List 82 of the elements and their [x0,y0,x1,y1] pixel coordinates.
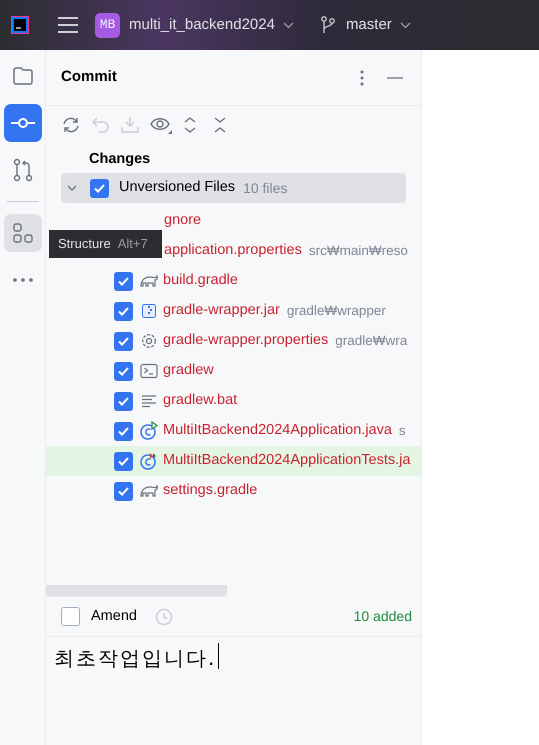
project-badge: MB [95,12,120,38]
checkbox[interactable] [114,332,133,350]
minimize-icon[interactable] [387,76,403,78]
check-icon [117,274,130,288]
refresh-icon[interactable] [61,116,81,134]
file-path: src₩main₩reso [308,242,408,260]
tooltip-shortcut: Alt+7 [118,235,148,254]
sidebar-button[interactable] [4,214,42,252]
file-name: MultiItBackend2024ApplicationTests.ja [163,451,410,470]
checkbox[interactable] [114,422,133,440]
file-row[interactable]: gradlew [46,356,421,386]
text-lines-icon [141,394,157,408]
checkbox[interactable] [61,607,80,626]
collapse-icon[interactable] [213,116,227,134]
horizontal-scrollbar[interactable] [46,585,227,597]
app-logo-icon[interactable] [11,16,29,34]
gear-icon [140,332,158,350]
file-row[interactable]: settings.gradle [46,476,421,506]
file-path: gradle₩wra [335,332,408,350]
checkbox[interactable] [114,482,133,500]
pull-request-icon [12,158,34,182]
tooltip-label: Structure [58,235,111,254]
group-label: Unversioned Files [119,178,236,198]
check-icon [117,304,130,318]
checkbox[interactable] [90,178,109,198]
file-row[interactable]: MultiItBackend2024ApplicationTests.ja [46,446,421,476]
branch-name[interactable]: master [346,14,392,36]
check-icon [117,484,130,498]
checkbox[interactable] [114,302,133,320]
amend-label[interactable]: Amend [91,606,137,628]
project-name[interactable]: multi_it_backend2024 [129,14,275,36]
more-options-icon[interactable] [360,70,364,86]
eye-icon[interactable] [150,116,172,134]
file-name: settings.gradle [163,481,258,500]
panel-title: Commit [61,67,117,88]
check-icon [117,454,130,468]
expand-icon[interactable] [183,116,197,134]
commit-message-field[interactable]: 최초작업입니다. [46,637,421,745]
checkbox[interactable] [114,392,133,410]
terminal-icon [140,363,158,379]
changes-summary: 10 added [354,607,412,626]
file-name: gradle-wrapper.properties [163,331,328,350]
check-icon [117,424,130,438]
folder-icon [12,66,34,86]
sidebar-button[interactable] [4,104,42,142]
file-name: gradlew [163,361,214,380]
file-row[interactable]: gradle-wrapper.jar gradle₩wrapper [46,296,421,326]
file-path: s [398,422,406,440]
chevron-icon[interactable] [67,183,77,193]
file-name: MultiItBackend2024Application.java [163,421,392,440]
check-icon [117,334,130,348]
checkbox[interactable] [114,362,133,380]
file-name: gradle-wrapper.jar [163,301,280,320]
class-run-icon [139,421,159,441]
file-path: gradle₩wrapper [286,302,386,320]
structure-icon [12,222,34,244]
section-heading: Changes [89,150,150,170]
group-count: 10 files [243,178,288,198]
class-test-icon [139,451,159,471]
file-row[interactable]: MultiItBackend2024Application.java s [46,416,421,446]
menu-icon[interactable] [58,17,78,33]
chevron-down-icon[interactable] [400,22,411,28]
file-row[interactable]: build.gradle [46,266,421,296]
file-name: build.gradle [163,271,238,290]
checkbox[interactable] [114,272,133,290]
check-icon [117,394,130,408]
elephant-icon [139,483,159,499]
chevron-down-icon[interactable] [282,22,294,28]
more-icon [12,277,34,283]
file-row[interactable]: gradlew.bat [46,386,421,416]
group-row[interactable]: Unversioned Files 10 files [61,173,406,203]
commit-icon [10,116,36,130]
check-icon [117,364,130,378]
branch-icon[interactable] [320,16,335,34]
file-name: gradlew.bat [163,391,238,410]
checkbox[interactable] [114,452,133,470]
file-row[interactable]: gradle-wrapper.properties gradle₩wra [46,326,421,356]
file-name[interactable]: application.properties [164,240,302,262]
check-icon [93,182,106,194]
elephant-icon [139,273,159,289]
archive-icon [141,303,157,319]
file-name[interactable]: gnore [164,210,202,232]
